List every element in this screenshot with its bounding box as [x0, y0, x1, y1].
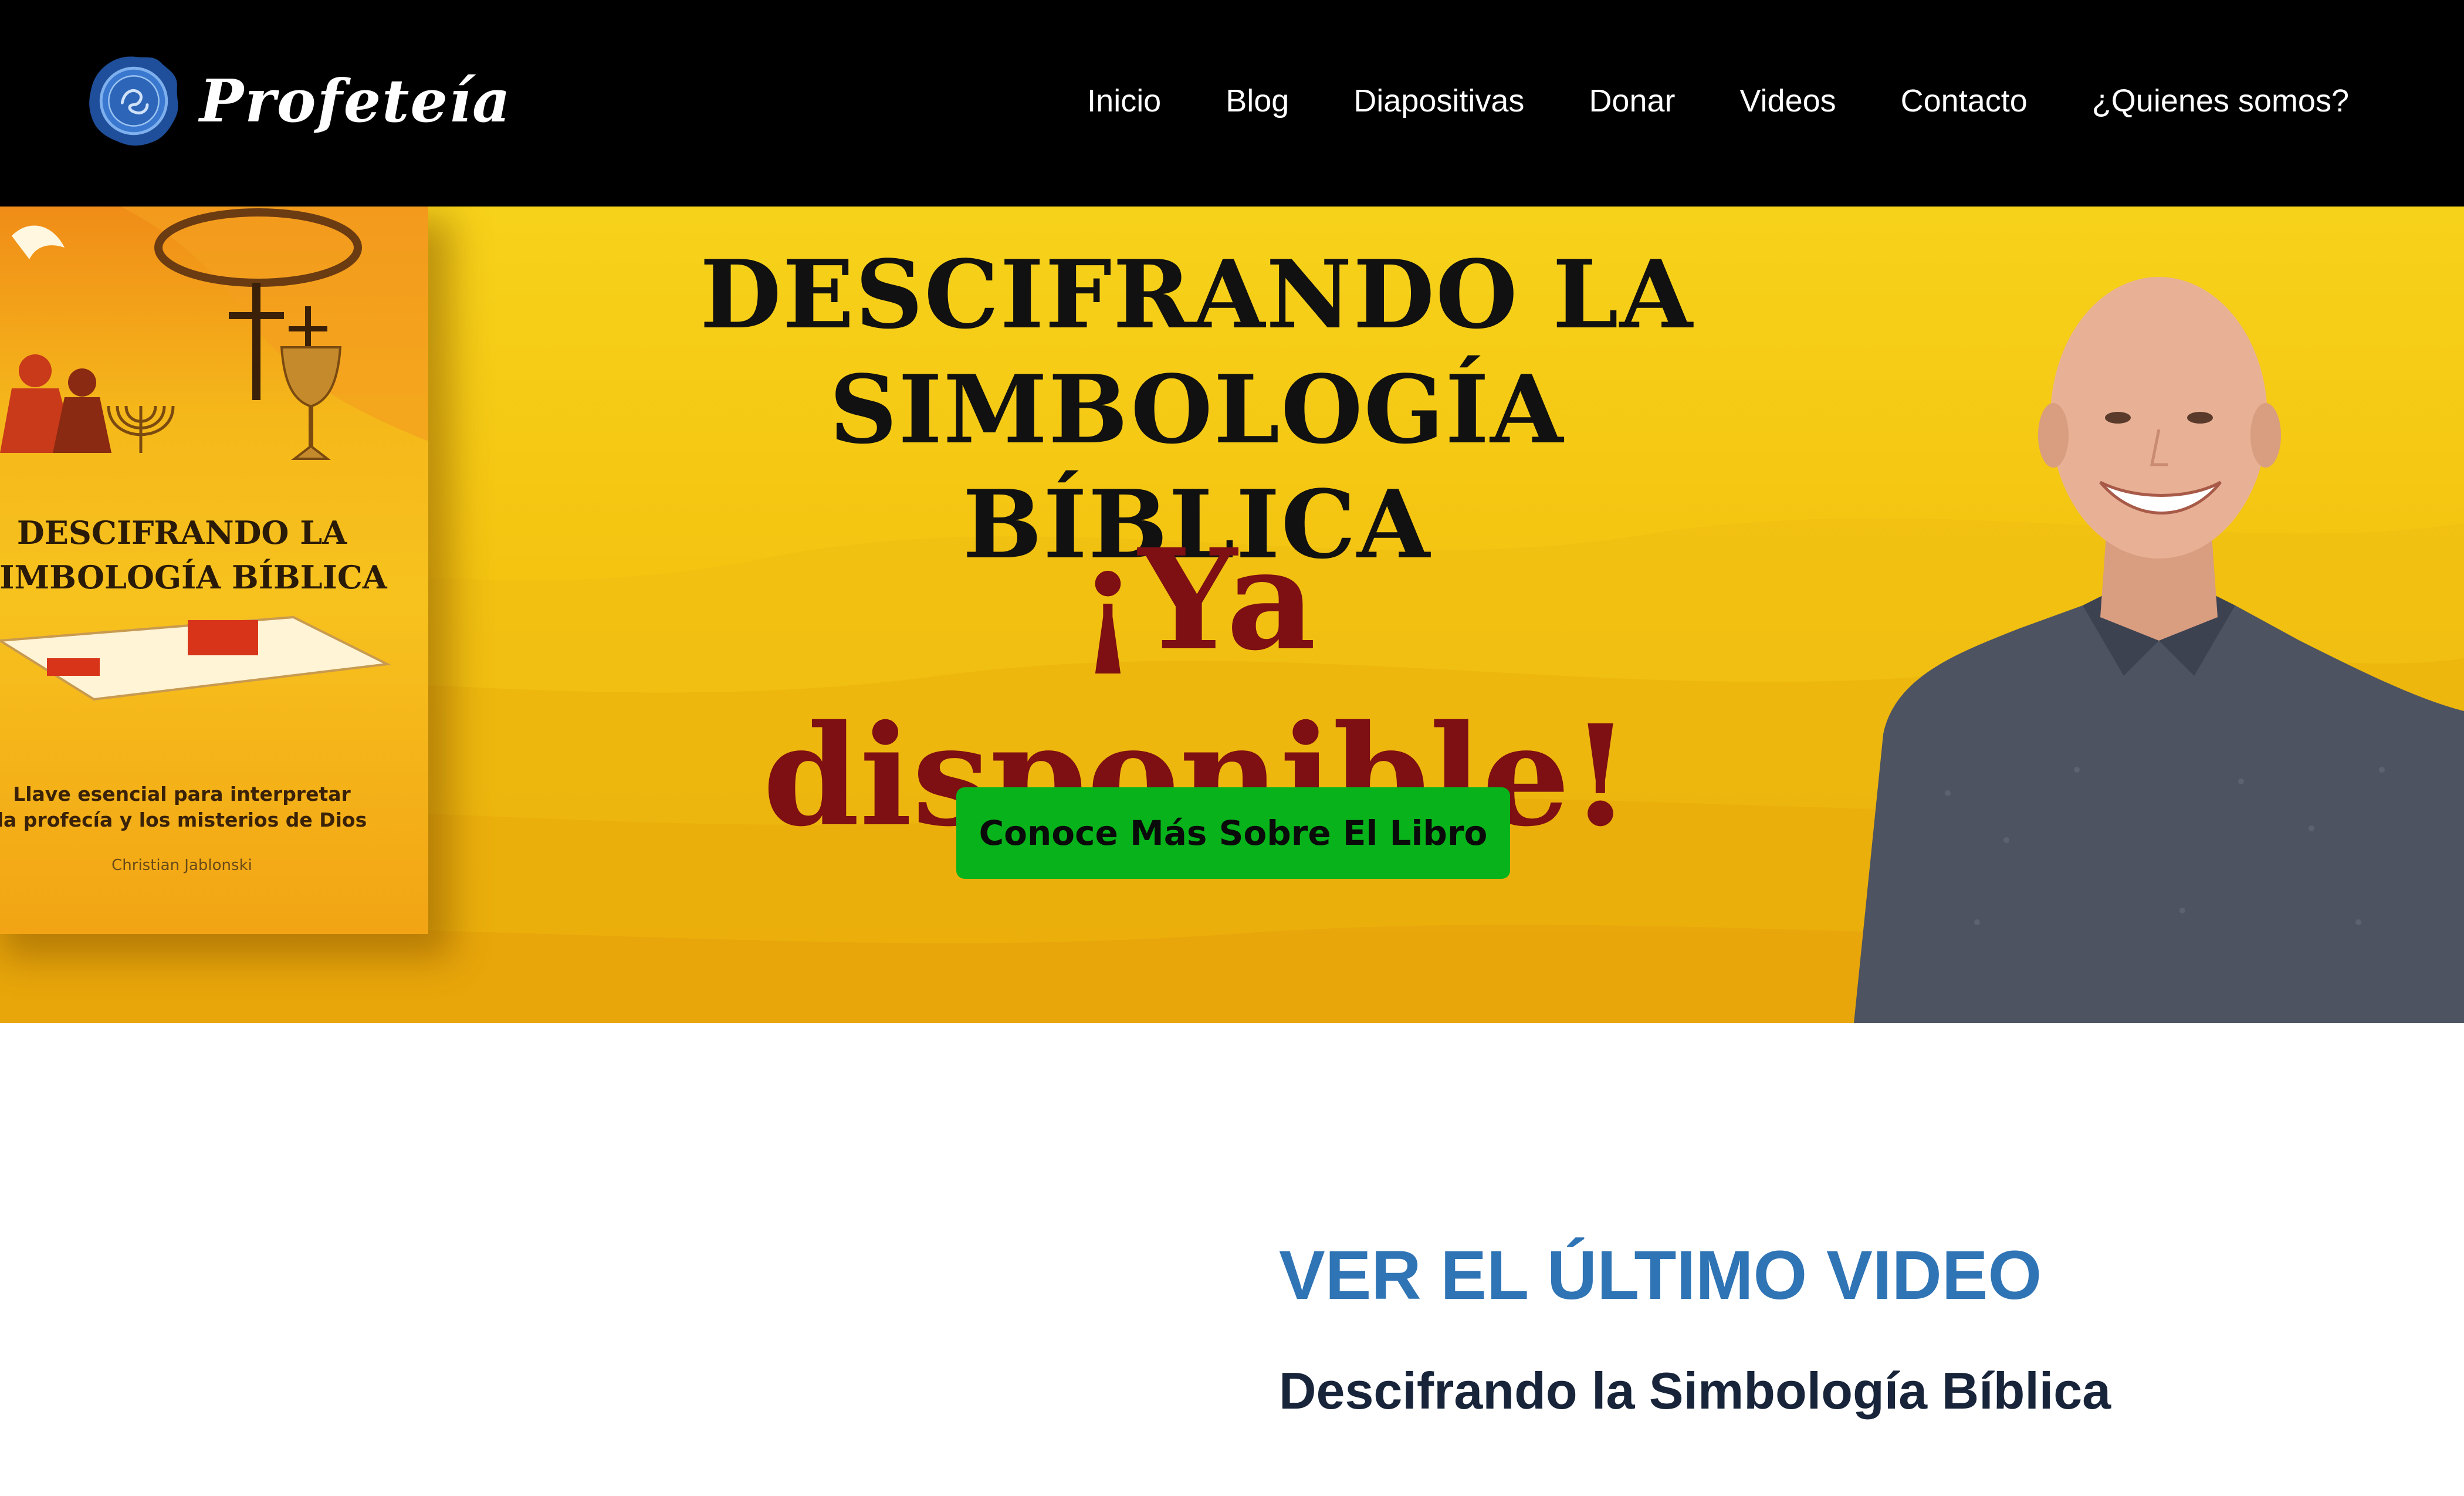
nav-item-donar[interactable]: Donar [1589, 77, 1675, 124]
hero-banner: DESCIFRANDO LA SIMBOLOGÍA BÍBLICA Llave … [0, 207, 2464, 1023]
book-title-line-2: SIMBOLOGÍA BÍBLICA [0, 559, 387, 596]
book-subtitle-line-2: la profecía y los misterios de Dios [0, 808, 367, 831]
book-subtitle: Llave esencial para interpretar la profe… [0, 781, 387, 833]
nav-item-quienes-somos[interactable]: ¿Quienes somos? [2092, 77, 2349, 124]
latest-video-title[interactable]: Descifrando la Simbología Bíblica [1279, 1359, 2111, 1423]
learn-more-book-button[interactable]: Conoce Más Sobre El Libro [956, 787, 1510, 879]
nav-item-diapositivas[interactable]: Diapositivas [1353, 77, 1524, 124]
site-header: Profeteía Inicio Blog Diapositivas Donar… [0, 0, 2464, 207]
brand-name: Profeteía [199, 66, 512, 136]
wax-seal-icon [89, 56, 178, 146]
brand-logo-link[interactable]: Profeteía [86, 54, 512, 148]
nav-item-blog[interactable]: Blog [1226, 77, 1289, 124]
nav-item-videos[interactable]: Videos [1740, 77, 1836, 124]
nav-item-contacto[interactable]: Contacto [1901, 77, 2028, 124]
hero-title-line-1: DESCIFRANDO LA [700, 239, 1694, 350]
book-author: Christian Jablonski [111, 857, 252, 874]
latest-video-heading: VER EL ÚLTIMO VIDEO [1279, 1237, 2042, 1314]
main-nav: Inicio Blog Diapositivas Donar Videos Co… [1087, 77, 2349, 124]
book-title: DESCIFRANDO LA SIMBOLOGÍA BÍBLICA [0, 510, 387, 600]
presenter-photo [1854, 277, 2464, 1023]
book-title-line-1: DESCIFRANDO LA [16, 514, 347, 551]
book-cover[interactable]: DESCIFRANDO LA SIMBOLOGÍA BÍBLICA Llave … [0, 207, 428, 934]
book-subtitle-line-1: Llave esencial para interpretar [13, 783, 351, 805]
nav-item-inicio[interactable]: Inicio [1087, 77, 1161, 124]
